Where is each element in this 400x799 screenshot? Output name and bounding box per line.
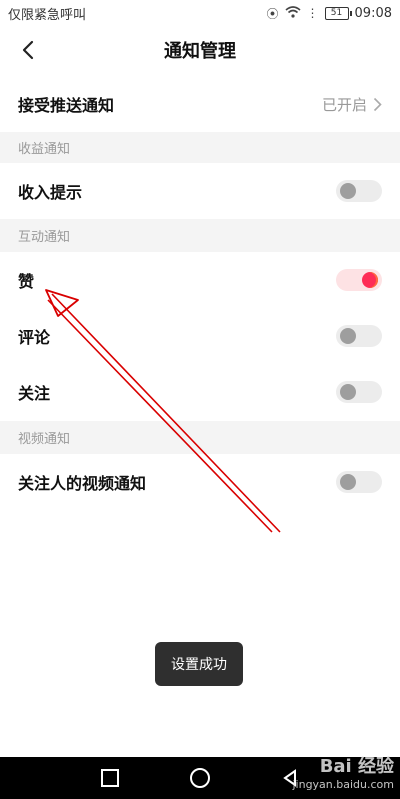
like-label: 赞 (18, 272, 35, 291)
like-toggle[interactable] (336, 269, 382, 291)
page-title: 通知管理 (164, 41, 236, 62)
circle-icon (190, 768, 210, 788)
watermark-brand: Bai 经验 (319, 756, 394, 777)
status-time: 09:08 (354, 5, 392, 21)
push-notification-row[interactable]: 接受推送通知 已开启 (0, 76, 400, 132)
comment-row: 评论 (0, 308, 400, 364)
section-interaction-label: 互动通知 (18, 230, 71, 245)
toggle-knob (340, 384, 356, 400)
battery-level: 51 (330, 7, 343, 18)
follow-label: 关注 (18, 384, 51, 403)
toggle-knob (340, 328, 356, 344)
section-video-label: 视频通知 (18, 432, 71, 447)
status-carrier-text: 仅限紧急呼叫 (8, 7, 87, 23)
toggle-knob (340, 183, 356, 199)
toast-text: 设置成功 (171, 657, 227, 673)
toast-message: 设置成功 (155, 642, 243, 686)
status-icons: ⦿ ⋮ 51 09:08 (267, 5, 392, 22)
follow-video-row: 关注人的视频通知 (0, 454, 400, 510)
vibrate-icon: ⦿ (266, 6, 279, 21)
watermark-url: jingyan.baidu.com (292, 778, 394, 791)
toggle-knob (340, 474, 356, 490)
income-tip-toggle[interactable] (336, 180, 382, 202)
home-button[interactable] (155, 757, 245, 799)
push-status-text: 已开启 (321, 95, 367, 114)
follow-row: 关注 (0, 364, 400, 420)
toggle-knob (362, 272, 378, 288)
recent-apps-button[interactable] (65, 757, 155, 799)
comment-toggle[interactable] (336, 325, 382, 347)
section-video-header: 视频通知 (0, 421, 400, 454)
chevron-right-icon (373, 97, 382, 111)
follow-toggle[interactable] (336, 381, 382, 403)
section-interaction-header: 互动通知 (0, 219, 400, 252)
like-row: 赞 (0, 252, 400, 308)
square-icon (101, 769, 119, 787)
wifi-icon (285, 5, 301, 21)
income-tip-label: 收入提示 (18, 183, 83, 202)
chevron-left-icon (22, 40, 34, 60)
section-income-label: 收益通知 (18, 142, 71, 157)
signal-off-icon: ⋮ (306, 6, 319, 20)
push-notification-status: 已开启 (322, 94, 382, 115)
push-notification-label: 接受推送通知 (18, 96, 115, 115)
app-header: 通知管理 (0, 26, 400, 74)
comment-label: 评论 (18, 328, 51, 347)
back-button[interactable] (14, 36, 42, 64)
status-bar: 仅限紧急呼叫 ⦿ ⋮ 51 09:08 (0, 0, 400, 26)
follow-video-label: 关注人的视频通知 (18, 474, 147, 493)
section-income-header: 收益通知 (0, 132, 400, 163)
follow-video-toggle[interactable] (336, 471, 382, 493)
battery-icon: 51 (324, 6, 352, 20)
income-tip-row: 收入提示 (0, 163, 400, 219)
watermark: Bai 经验 jingyan.baidu.com (292, 752, 394, 791)
